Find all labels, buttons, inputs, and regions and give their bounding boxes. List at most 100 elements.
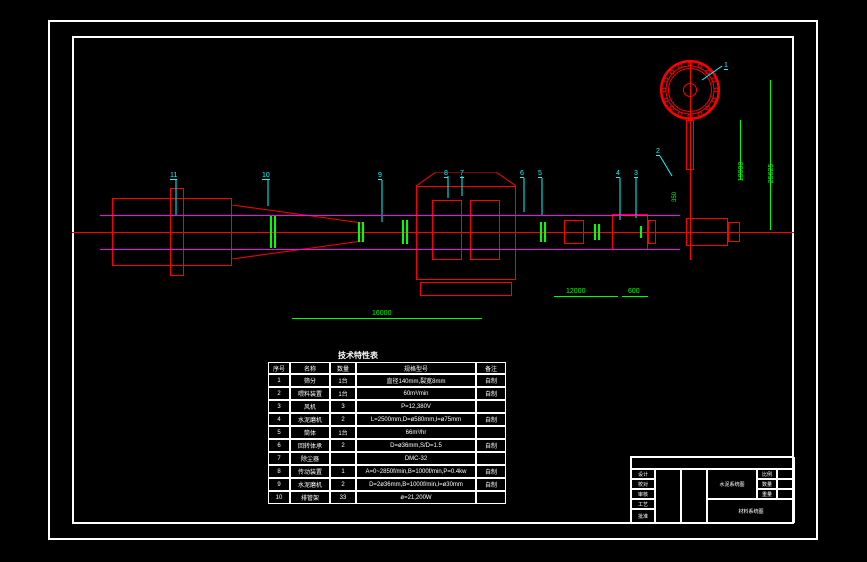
tb-approve: 批准 xyxy=(631,509,655,523)
marker-1 xyxy=(270,216,272,248)
table-cell: 2 xyxy=(268,387,290,400)
table-cell: 33 xyxy=(330,491,356,504)
magenta-band-bot xyxy=(100,249,680,250)
callout-1: 1 xyxy=(724,62,728,70)
marker-5 xyxy=(594,224,596,240)
table-cell: 风机 xyxy=(290,400,330,413)
tb-design: 设计 xyxy=(631,469,655,479)
marker-3b xyxy=(406,220,408,244)
tb-qty-l: 数量 xyxy=(757,479,777,489)
table-cell: 水泥磨机 xyxy=(290,413,330,426)
callout-7: 7 xyxy=(460,170,464,178)
marker-2 xyxy=(358,222,360,242)
dim-d2-line xyxy=(554,296,618,297)
table-cell: P=12,380V xyxy=(356,400,476,413)
table-cell: 传动装置 xyxy=(290,465,330,478)
table-cell: A=0~2850f/min,B=1000f/min,P=0.4kw xyxy=(356,465,476,478)
table-cell: 水泥磨机 xyxy=(290,478,330,491)
table-cell: 自制 xyxy=(476,465,506,478)
callout-9: 9 xyxy=(378,172,382,180)
cad-canvas: 11 10 9 8 7 6 5 4 3 2 1 16000 12000 600 … xyxy=(0,0,867,562)
callout-8: 8 xyxy=(444,170,448,178)
table-title: 技术特性表 xyxy=(338,350,378,361)
table-cell: 6 xyxy=(268,439,290,452)
callout-2: 2 xyxy=(656,148,660,156)
table-cell: 1台 xyxy=(330,374,356,387)
table-cell: 除尘器 xyxy=(290,452,330,465)
callout-6: 6 xyxy=(520,170,524,178)
marker-1b xyxy=(274,216,276,248)
marker-2b xyxy=(362,222,364,242)
table-cell: 直径140mm,裂宽8mm xyxy=(356,374,476,387)
th-1: 名称 xyxy=(290,362,330,374)
table-cell: 2 xyxy=(330,478,356,491)
dim-d3: 600 xyxy=(628,288,640,295)
th-2: 数量 xyxy=(330,362,356,374)
marker-5b xyxy=(598,224,600,240)
tb-audit: 审核 xyxy=(631,489,655,499)
tb-c1 xyxy=(655,469,681,523)
table-cell: 1 xyxy=(330,465,356,478)
table-cell: 3 xyxy=(330,400,356,413)
table-cell: 60m³/min xyxy=(356,387,476,400)
table-cell: 1台 xyxy=(330,387,356,400)
tb-proc: 工艺 xyxy=(631,499,655,509)
tb-name: 水泥系统图 xyxy=(707,469,757,499)
callout-10: 10 xyxy=(262,172,270,180)
table-cell: 1 xyxy=(268,374,290,387)
table-cell: 自制 xyxy=(476,374,506,387)
tb-c2 xyxy=(681,469,707,523)
tb-scale-v xyxy=(777,469,795,479)
table-cell xyxy=(330,452,356,465)
table-cell: 自制 xyxy=(476,413,506,426)
callout-4: 4 xyxy=(616,170,620,178)
table-cell: 筛分 xyxy=(290,374,330,387)
magenta-band-top xyxy=(100,215,680,216)
table-cell: D=2ø36mm,B=1000f/min,l=ø30mm xyxy=(356,478,476,491)
table-cell: 排管架 xyxy=(290,491,330,504)
dim-d2: 12000 xyxy=(566,288,585,295)
tb-wt-l: 重量 xyxy=(757,489,777,499)
table-cell: 4 xyxy=(268,413,290,426)
center-axis-h xyxy=(72,232,794,233)
tb-scale-l: 比例 xyxy=(757,469,777,479)
table-cell: 喂料装置 xyxy=(290,387,330,400)
tb-bot: 材料系统图 xyxy=(707,499,795,523)
table-cell: 2 xyxy=(330,413,356,426)
callout-3: 3 xyxy=(634,170,638,178)
dim-d1: 16000 xyxy=(372,310,391,317)
tb-check: 校对 xyxy=(631,479,655,489)
dim-d6-line xyxy=(770,80,771,230)
tb-row1 xyxy=(631,457,795,469)
table-cell: 5 xyxy=(268,426,290,439)
table-cell: 3 xyxy=(268,400,290,413)
th-4: 备注 xyxy=(476,362,506,374)
th-3: 规格型号 xyxy=(356,362,476,374)
marker-6 xyxy=(640,226,642,238)
marker-3 xyxy=(402,220,404,244)
callout-11: 11 xyxy=(170,172,177,180)
table-cell: 66m³/hr xyxy=(356,426,476,439)
table-cell xyxy=(476,491,506,504)
table-cell: L=2500mm,D=ø580mm,l=ø75mm xyxy=(356,413,476,426)
tb-wt-v xyxy=(777,489,795,499)
table-cell: 回转体承 xyxy=(290,439,330,452)
callout-5: 5 xyxy=(538,170,542,178)
dim-d3-line xyxy=(622,296,648,297)
table-cell: 自制 xyxy=(476,387,506,400)
dim-d5: 350 xyxy=(672,192,678,202)
dim-d4-line xyxy=(740,120,741,180)
tb-qty-v xyxy=(777,479,795,489)
table-cell xyxy=(476,452,506,465)
leader-lines xyxy=(72,36,794,306)
marker-4b xyxy=(544,222,546,242)
th-0: 序号 xyxy=(268,362,290,374)
dim-d1-line xyxy=(292,318,482,319)
table-cell: 9 xyxy=(268,478,290,491)
table-cell: 7 xyxy=(268,452,290,465)
title-block: 设计 校对 审核 工艺 批准 水泥系统图 比例 数量 重量 材料系统图 xyxy=(630,456,794,524)
table-cell: 2 xyxy=(330,439,356,452)
table-cell: 1台 xyxy=(330,426,356,439)
table-cell: 自制 xyxy=(476,478,506,491)
table-cell: 自制 xyxy=(476,439,506,452)
